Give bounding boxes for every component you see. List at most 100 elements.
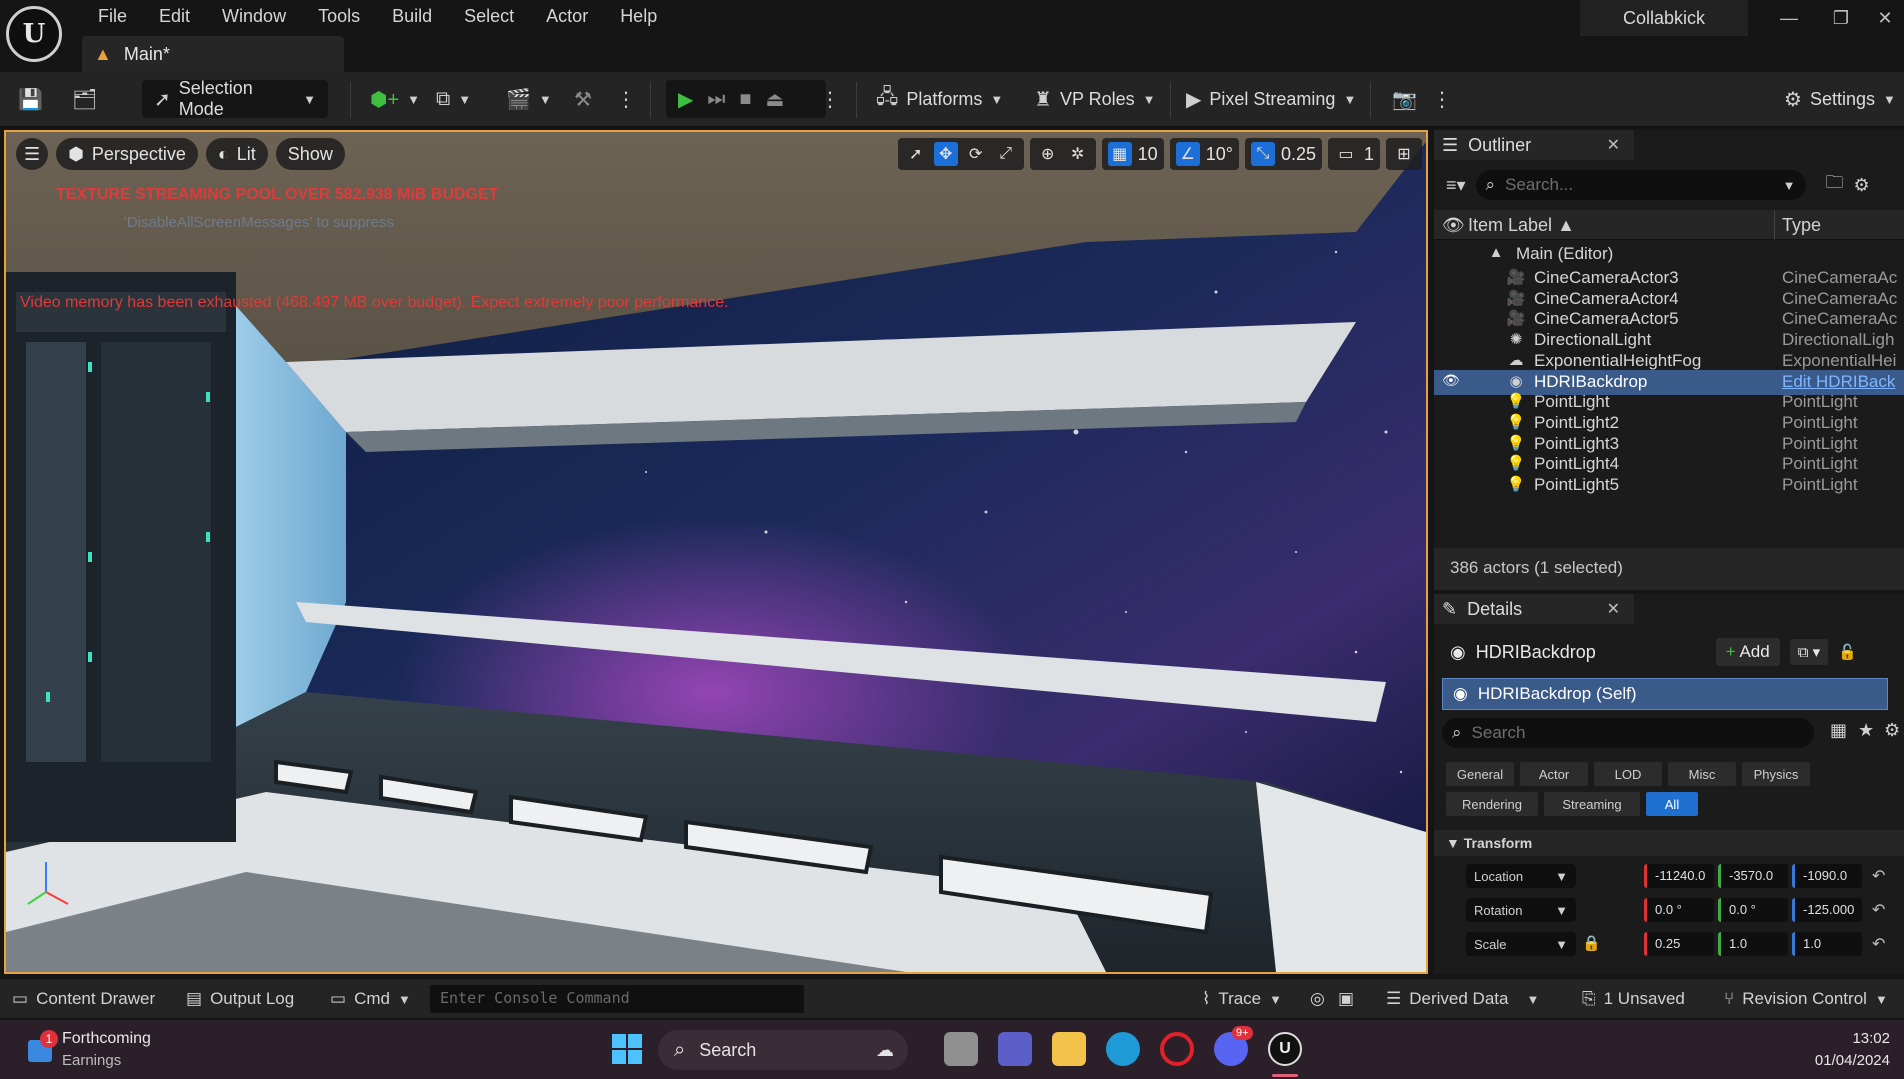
play-options-button[interactable]: ⋮ [820,80,840,118]
lit-button[interactable]: ◐ Lit [205,138,268,170]
transform-section-header[interactable]: ▼ Transform [1434,830,1904,856]
scale-y-field[interactable]: 1.0 [1718,932,1788,956]
category-actor[interactable]: Actor [1520,762,1588,786]
clock-date[interactable]: 01/04/2024 [1800,1052,1890,1069]
unreal-logo-icon[interactable]: U [6,6,62,62]
unreal-engine-taskbar-icon[interactable]: U [1268,1032,1302,1066]
record-button[interactable]: ◎ [1310,987,1325,1011]
platforms-dropdown[interactable]: 🖧 Platforms ▼ [876,80,1003,118]
world-space-icon[interactable]: ⊕ [1036,142,1060,166]
lock-icon[interactable]: 🔒 [1582,934,1601,952]
scale-tool-icon[interactable]: ⤢ [994,142,1018,166]
toolbar-more-button[interactable]: ⋮ [1432,80,1452,118]
details-search-input[interactable]: ⌕ Search [1442,718,1814,748]
location-dropdown[interactable]: Location ▼ [1466,864,1576,888]
category-all[interactable]: All [1646,792,1698,816]
taskbar-search[interactable]: ⌕ Search ☁ [658,1030,908,1070]
cinematics-button[interactable]: 🎬 ▼ [506,80,552,118]
category-general[interactable]: General [1446,762,1514,786]
eject-icon[interactable]: ⏏ [765,87,784,112]
vp-roles-dropdown[interactable]: ♜ VP Roles ▼ [1034,80,1156,118]
rotation-x-field[interactable]: 0.0 ° [1644,898,1714,922]
save-button[interactable]: 💾 [18,80,43,118]
live-coding-button[interactable]: 📷 [1392,80,1417,118]
component-self-row[interactable]: ◉ HDRIBackdrop (Self) [1442,678,1888,710]
menu-select[interactable]: Select [448,4,530,28]
settings-dropdown[interactable]: ⚙ Settings ▼ [1784,80,1896,118]
opera-icon[interactable] [1160,1032,1194,1066]
unsaved-button[interactable]: ⎘ 1 Unsaved [1582,987,1685,1011]
level-viewport[interactable]: ☰ ⬢ Perspective ◐ Lit Show ➚ ✥ ⟳ ⤢ ⊕ ✲ ▦… [4,130,1428,974]
add-component-button[interactable]: + Add [1715,638,1780,666]
table-view-icon[interactable]: ▦ [1830,720,1847,741]
viewport-layout-button[interactable]: ⊞ [1386,138,1422,170]
scale-snap-toggle[interactable]: ⤡ 0.25 [1244,138,1322,170]
output-log-button[interactable]: ▤ Output Log [186,987,294,1011]
cmd-dropdown[interactable]: ▭ Cmd ▼ [330,987,411,1011]
blueprints-button[interactable]: ⧉ ▼ [436,80,471,118]
category-streaming[interactable]: Streaming [1544,792,1640,816]
filter-icon[interactable]: ≡▾ [1446,175,1466,196]
scale-x-field[interactable]: 0.25 [1644,932,1714,956]
outliner-search-input[interactable]: ⌕ Search... ▼ [1475,170,1806,200]
step-icon[interactable]: ⏭ [707,88,725,111]
edge-icon[interactable] [1106,1032,1140,1066]
rotation-snap-toggle[interactable]: ∠ 10° [1169,138,1239,170]
derived-data-dropdown[interactable]: ☰ Derived Data ▼ [1386,987,1539,1011]
outliner-root-row[interactable]: ▲ Main (Editor) [1434,242,1904,267]
windows-start-icon[interactable] [612,1034,642,1064]
move-tool-icon[interactable]: ✥ [933,142,958,166]
close-icon[interactable]: ✕ [1607,599,1620,619]
perspective-button[interactable]: ⬢ Perspective [56,138,198,170]
location-x-field[interactable]: -11240.0 [1644,864,1714,888]
outliner-tab[interactable]: ☰ Outliner ✕ [1434,130,1634,160]
rotation-y-field[interactable]: 0.0 ° [1718,898,1788,922]
camera-speed-button[interactable]: ▭ 1 [1327,138,1380,170]
viewport-scene[interactable] [6,132,1426,972]
menu-window[interactable]: Window [206,4,302,28]
browse-level-button[interactable]: 🗂 [72,80,97,118]
modes-button[interactable]: ⚒ [574,80,592,118]
clock-time[interactable]: 13:02 [1820,1030,1890,1047]
show-button[interactable]: Show [275,138,345,170]
trace-dropdown[interactable]: ⌇ Trace ▼ [1202,987,1282,1011]
details-tab[interactable]: ✎ Details ✕ [1434,594,1634,624]
viewport-menu-button[interactable]: ☰ [16,138,49,170]
stop-icon[interactable]: ■ [739,88,751,111]
location-z-field[interactable]: -1090.0 [1792,864,1862,888]
menu-edit[interactable]: Edit [143,4,206,28]
menu-file[interactable]: File [82,4,143,28]
level-tab[interactable]: ▲ Main* [82,36,344,72]
pixel-streaming-dropdown[interactable]: ▶ Pixel Streaming ▼ [1186,80,1356,118]
outliner-row[interactable]: 💡 PointLight5 PointLight [1434,473,1904,498]
teams-icon[interactable] [998,1032,1032,1066]
selection-mode-dropdown[interactable]: ➚ Selection Mode ▼ [142,78,328,119]
content-drawer-button[interactable]: ▭ Content Drawer [12,987,155,1011]
news-subtitle[interactable]: Earnings [62,1052,121,1069]
menu-actor[interactable]: Actor [530,4,604,28]
blueprint-options-button[interactable]: ⧉ ▾ [1789,639,1829,665]
close-window-button[interactable]: ✕ [1870,8,1900,28]
rotate-tool-icon[interactable]: ⟳ [964,142,988,166]
close-icon[interactable]: ✕ [1607,135,1620,155]
menu-build[interactable]: Build [376,4,448,28]
restore-button[interactable]: ❐ [1826,8,1856,28]
item-label-column[interactable]: Item Label ▲ [1468,215,1575,236]
location-y-field[interactable]: -3570.0 [1718,864,1788,888]
menu-help[interactable]: Help [604,4,673,28]
star-icon[interactable]: ★ [1858,720,1874,741]
screenshot-button[interactable]: ▣ [1338,987,1354,1011]
scale-z-field[interactable]: 1.0 [1792,932,1862,956]
news-widget-icon[interactable]: 1 [26,1030,58,1064]
minimize-button[interactable]: — [1774,8,1804,28]
add-actor-button[interactable]: ⬢+ ▼ [370,80,420,118]
select-tool-icon[interactable]: ➚ [904,142,928,166]
menu-tools[interactable]: Tools [302,4,376,28]
visibility-eye-icon[interactable]: 👁 [1442,372,1460,389]
type-column[interactable]: Type [1782,215,1821,236]
grid-snap-toggle[interactable]: ▦ 10 [1101,138,1164,170]
outliner-row-type[interactable]: Edit HDRIBack [1782,372,1902,392]
category-misc[interactable]: Misc [1668,762,1736,786]
reset-arrow-icon[interactable]: ↶ [1872,866,1885,886]
scale-dropdown[interactable]: Scale ▼ [1466,932,1576,956]
